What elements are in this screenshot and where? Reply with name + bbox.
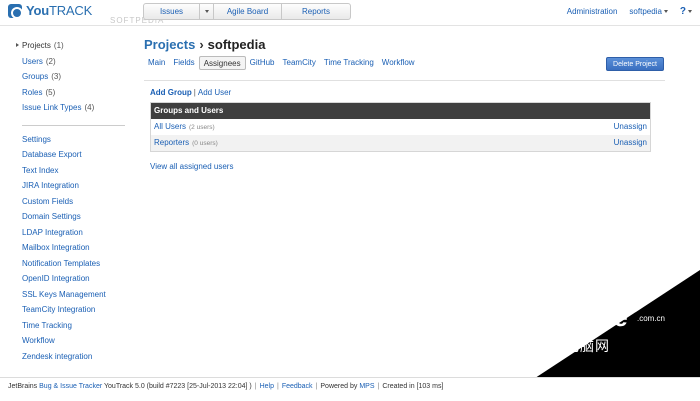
admin-sidebar: Projects (1) Users (2) Groups (3) Roles (5) Issu…	[15, 38, 130, 364]
sidebar-item-mailbox-integration[interactable]: Mailbox Integration	[15, 240, 130, 256]
breadcrumb-projects[interactable]: Projects	[144, 37, 195, 52]
delete-project-button[interactable]: Delete Project	[606, 57, 664, 71]
sidebar-item-time-tracking[interactable]: Time Tracking	[15, 318, 130, 334]
sidebar-item-count: (1)	[53, 41, 64, 50]
add-group-link[interactable]: Add Group	[150, 88, 192, 97]
chevron-down-icon	[663, 10, 668, 14]
tab-workflow[interactable]: Workflow	[378, 56, 419, 70]
add-user-link[interactable]: Add User	[198, 88, 231, 97]
footer-created: Created in [103 ms]	[382, 383, 444, 390]
divider	[144, 80, 665, 81]
groups-users-table: Groups and Users All Users (2 users) Unass…	[150, 102, 651, 152]
tab-time-tracking[interactable]: Time Tracking	[320, 56, 378, 70]
logo-text: YouTRACK	[26, 3, 93, 18]
sidebar-item-projects[interactable]: Projects (1)	[15, 38, 130, 54]
sidebar-item-settings[interactable]: Settings	[15, 132, 130, 148]
sidebar-item-issue-link-types[interactable]: Issue Link Types (4)	[15, 100, 130, 116]
row-name-cell: Reporters (0 users)	[154, 135, 218, 151]
tab-teamcity[interactable]: TeamCity	[279, 56, 320, 70]
nav-agile-board[interactable]: Agile Board	[214, 4, 282, 19]
unassign-link[interactable]: Unassign	[614, 119, 647, 135]
group-user-count: (0 users)	[192, 140, 218, 147]
table-header: Groups and Users	[151, 103, 650, 119]
footer-mps-link[interactable]: MPS	[359, 383, 374, 390]
project-tabs: Main Fields Assignees GitHub TeamCity Time Tr…	[144, 56, 419, 70]
page-title: Projects › softpedia	[144, 37, 265, 52]
group-name-link[interactable]: All Users	[154, 122, 186, 131]
view-all-assigned-link[interactable]: View all assigned users	[150, 162, 233, 171]
sidebar-item-ssl-keys-management[interactable]: SSL Keys Management	[15, 287, 130, 303]
group-user-count: (2 users)	[189, 124, 215, 131]
watermark-text: PConline	[522, 302, 628, 332]
sidebar-item-count: (3)	[51, 72, 62, 81]
footer: JetBrains Bug & Issue Tracker YouTrack 5…	[0, 377, 700, 401]
footer-jetbrains: JetBrains	[8, 383, 38, 390]
row-name-cell: All Users (2 users)	[154, 119, 215, 135]
watermark-chinese: 太平洋电脑网	[520, 339, 610, 355]
sidebar-item-database-export[interactable]: Database Export	[15, 147, 130, 163]
logo-icon	[8, 3, 23, 19]
sidebar-item-roles[interactable]: Roles (5)	[15, 85, 130, 101]
administration-link[interactable]: Administration	[567, 7, 618, 16]
help-menu[interactable]: ?	[680, 6, 692, 17]
nav-issues[interactable]: Issues	[144, 4, 200, 19]
sidebar-item-count: (5)	[45, 87, 56, 97]
assignee-actions: Add Group | Add User	[150, 88, 231, 97]
sidebar-item-domain-settings[interactable]: Domain Settings	[15, 209, 130, 225]
breadcrumb-separator: ›	[199, 37, 204, 52]
table-row: Reporters (0 users) Unassign	[151, 135, 650, 151]
sidebar-item-ldap-integration[interactable]: LDAP Integration	[15, 225, 130, 241]
watermark-domain: .com.cn	[637, 314, 666, 323]
tab-main[interactable]: Main	[144, 56, 169, 70]
unassign-link[interactable]: Unassign	[614, 135, 647, 151]
sidebar-item-label: Issue Link Types	[22, 103, 82, 112]
sidebar-item-label: Groups	[22, 72, 49, 81]
sidebar-item-workflow[interactable]: Workflow	[15, 333, 130, 349]
nav-issues-dropdown[interactable]	[200, 4, 214, 19]
sidebar-item-notification-templates[interactable]: Notification Templates	[15, 256, 130, 272]
tab-github[interactable]: GitHub	[246, 56, 279, 70]
tab-fields[interactable]: Fields	[169, 56, 198, 70]
user-menu[interactable]: softpedia	[629, 7, 668, 16]
sidebar-item-label: Projects	[22, 41, 51, 50]
top-bar: YouTRACK SOFTPEDIA Issues Agile Board Re…	[0, 0, 700, 26]
sidebar-item-count: (4)	[84, 103, 95, 112]
sidebar-item-openid-integration[interactable]: OpenID Integration	[15, 271, 130, 287]
sidebar-item-users[interactable]: Users (2)	[15, 54, 130, 70]
chevron-down-icon	[688, 9, 692, 13]
table-row: All Users (2 users) Unassign	[151, 119, 650, 135]
chevron-down-icon	[204, 10, 209, 13]
nav-reports[interactable]: Reports	[282, 4, 350, 19]
top-right-menu: Administration softpedia ?	[555, 6, 692, 17]
breadcrumb-current: softpedia	[207, 37, 266, 52]
sidebar-item-text-index[interactable]: Text Index	[15, 163, 130, 179]
footer-tracker-link[interactable]: Bug & Issue Tracker	[39, 383, 102, 390]
sidebar-item-jira-integration[interactable]: JIRA Integration	[15, 178, 130, 194]
sidebar-item-count: (2)	[45, 56, 56, 66]
footer-build: YouTrack 5.0 (build #7223 [25-Jul-2013 2…	[104, 383, 252, 390]
sidebar-item-zendesk-integration[interactable]: Zendesk integration	[15, 349, 130, 365]
sidebar-divider	[22, 124, 125, 126]
footer-feedback-link[interactable]: Feedback	[282, 383, 313, 390]
group-name-link[interactable]: Reporters	[154, 138, 189, 147]
sidebar-item-teamcity-integration[interactable]: TeamCity Integration	[15, 302, 130, 318]
tab-assignees[interactable]: Assignees	[198, 56, 246, 70]
action-separator: |	[193, 88, 196, 97]
sidebar-item-label: Roles	[22, 87, 43, 97]
sidebar-item-custom-fields[interactable]: Custom Fields	[15, 194, 130, 210]
sidebar-item-groups[interactable]: Groups (3)	[15, 69, 130, 85]
footer-powered: Powered by	[320, 383, 358, 390]
sidebar-item-label: Users	[22, 56, 43, 66]
main-nav: Issues Agile Board Reports	[143, 3, 351, 20]
youtrack-logo[interactable]: YouTRACK	[8, 3, 93, 19]
footer-help-link[interactable]: Help	[260, 383, 274, 390]
